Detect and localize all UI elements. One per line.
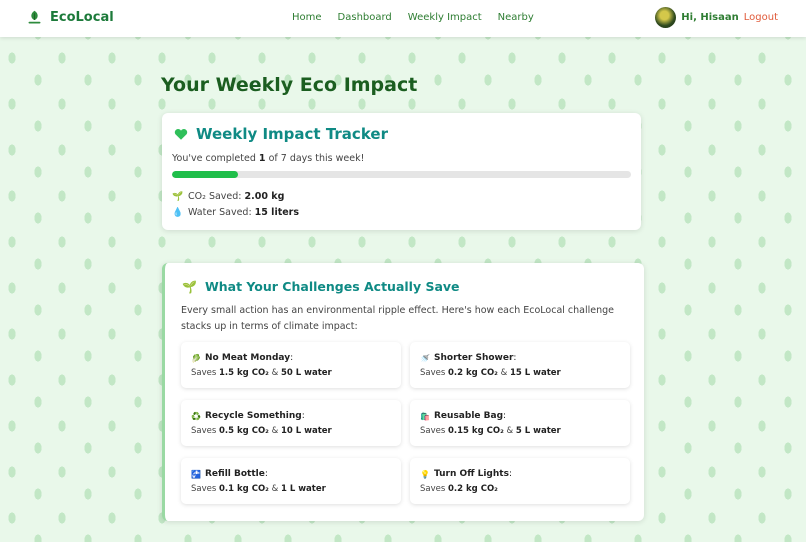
ecolocal-logo-icon	[28, 10, 41, 24]
water-value: 15 liters	[254, 207, 300, 218]
user-greeting: Hi, Hisaan	[681, 12, 739, 23]
savings-intro: Every small action has an environmental …	[181, 305, 615, 332]
challenge-card: 💡 Turn Off Lights: Saves 0.2 kg CO₂	[410, 458, 630, 504]
progress-suffix: of 7 days this week!	[268, 153, 365, 164]
challenge-card: ♻️ Recycle Something: Saves 0.5 kg CO₂ & 1…	[181, 400, 401, 446]
tracker-title: Weekly Impact Tracker	[196, 125, 388, 143]
water-saved-stat: 💧 Water Saved: 15 liters	[172, 207, 299, 218]
progress-fill	[172, 171, 238, 178]
challenge-card: 🚿 Shorter Shower: Saves 0.2 kg CO₂ & 15 L …	[410, 342, 630, 388]
progress-bar	[172, 171, 631, 178]
avatar[interactable]	[655, 7, 677, 28]
challenge-name: ♻️ Recycle Something:	[191, 411, 305, 421]
seedling-icon: 🌱	[172, 191, 184, 202]
challenge-savings: Saves 0.1 kg CO₂ & 1 L water	[191, 484, 326, 494]
completed-days: 1	[258, 153, 266, 164]
challenge-name: 🚰 Refill Bottle:	[191, 469, 268, 479]
challenge-card: 🛍️ Reusable Bag: Saves 0.15 kg CO₂ & 5 L w…	[410, 400, 630, 446]
challenge-name: 💡 Turn Off Lights:	[420, 469, 512, 479]
challenge-savings: Saves 0.15 kg CO₂ & 5 L water	[420, 426, 561, 436]
nav-link-dashboard[interactable]: Dashboard	[338, 12, 392, 23]
top-navbar: EcoLocal Home Dashboard Weekly Impact Ne…	[0, 0, 806, 37]
challenge-savings: Saves 1.5 kg CO₂ & 50 L water	[191, 368, 332, 378]
water-bottle-icon: 🚰	[191, 469, 201, 479]
tracker-header: Weekly Impact Tracker	[174, 125, 388, 143]
challenge-savings-card: 🌱 What Your Challenges Actually Save Eve…	[162, 263, 644, 521]
seedling-icon: 🌱	[182, 279, 197, 294]
brand[interactable]: EcoLocal	[26, 9, 114, 26]
brand-name: EcoLocal	[50, 10, 114, 25]
co2-value: 2.00 kg	[244, 191, 285, 202]
challenge-savings: Saves 0.2 kg CO₂ & 15 L water	[420, 368, 561, 378]
logout-link[interactable]: Logout	[744, 12, 778, 23]
savings-title: What Your Challenges Actually Save	[204, 279, 460, 294]
weekly-impact-tracker-card: Weekly Impact Tracker You've completed 1…	[162, 113, 641, 230]
nav-link-home[interactable]: Home	[292, 12, 322, 23]
nav-links: Home Dashboard Weekly Impact Nearby	[292, 12, 550, 23]
challenge-savings: Saves 0.2 kg CO₂	[420, 484, 498, 494]
page-title: Your Weekly Eco Impact	[161, 74, 418, 96]
progress-text: You've completed 1 of 7 days this week!	[172, 153, 364, 164]
challenge-card: 🥬 No Meat Monday: Saves 1.5 kg CO₂ & 50 L …	[181, 342, 401, 388]
savings-header: 🌱 What Your Challenges Actually Save	[182, 279, 460, 294]
nav-link-weekly-impact[interactable]: Weekly Impact	[408, 12, 482, 23]
challenge-name: 🛍️ Reusable Bag:	[420, 411, 507, 421]
user-area: Hi, Hisaan Logout	[655, 7, 778, 28]
water-drop-icon: 💧	[172, 207, 184, 218]
progress-prefix: You've completed	[172, 153, 256, 164]
shopping-bag-icon: 🛍️	[420, 411, 430, 421]
lightbulb-icon: 💡	[420, 469, 430, 479]
challenge-name: 🚿 Shorter Shower:	[420, 353, 517, 363]
challenge-savings: Saves 0.5 kg CO₂ & 10 L water	[191, 426, 332, 436]
challenge-name: 🥬 No Meat Monday:	[191, 353, 294, 363]
challenge-card: 🚰 Refill Bottle: Saves 0.1 kg CO₂ & 1 L wa…	[181, 458, 401, 504]
water-label: Water Saved:	[188, 207, 252, 218]
green-heart-icon	[174, 128, 188, 140]
nav-link-nearby[interactable]: Nearby	[498, 12, 534, 23]
co2-saved-stat: 🌱 CO₂ Saved: 2.00 kg	[172, 191, 284, 202]
shower-icon: 🚿	[420, 353, 430, 363]
recycle-icon: ♻️	[191, 411, 201, 421]
leafy-green-icon: 🥬	[191, 353, 201, 363]
co2-label: CO₂ Saved:	[188, 191, 242, 202]
